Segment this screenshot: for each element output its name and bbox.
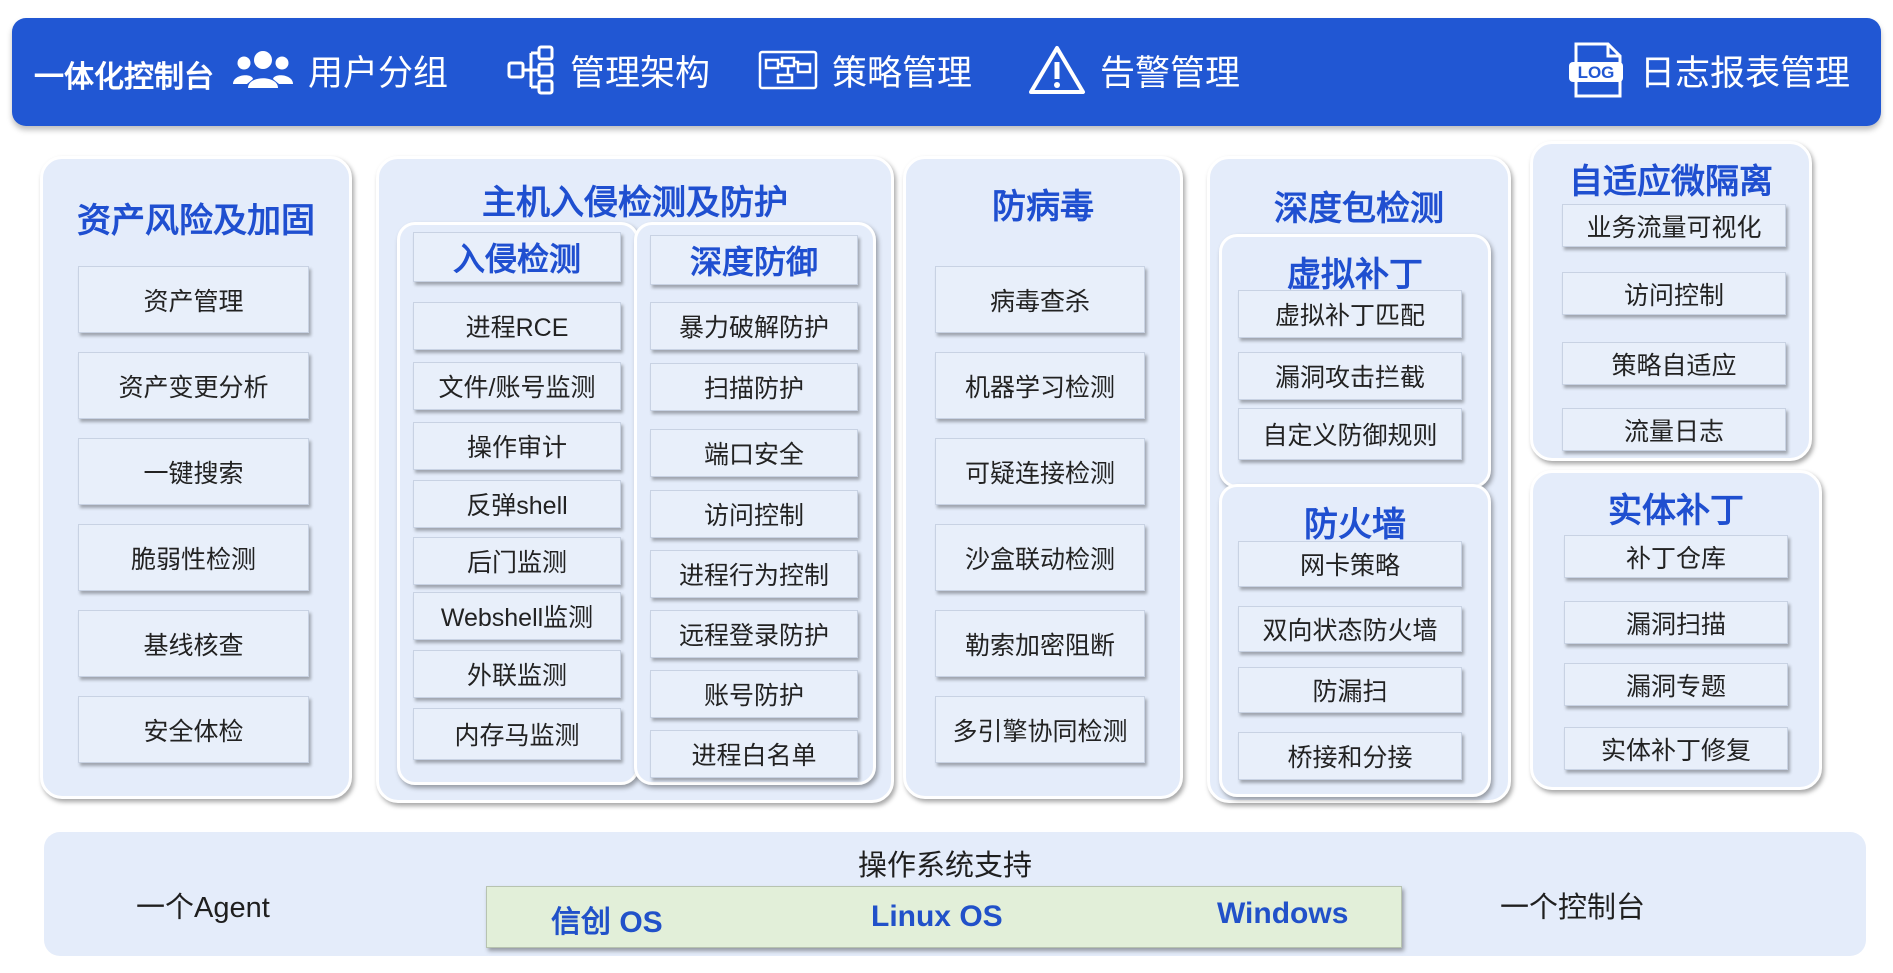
asset-item[interactable]: 资产变更分析: [78, 352, 309, 419]
asset-item[interactable]: 脆弱性检测: [78, 524, 309, 591]
os-support-title: 操作系统支持: [858, 850, 1033, 882]
micro-segmentation-item[interactable]: 业务流量可视化: [1562, 204, 1786, 247]
antivirus-item[interactable]: 机器学习检测: [935, 352, 1145, 419]
virtual-patch-item[interactable]: 虚拟补丁匹配: [1238, 290, 1462, 338]
defense-item[interactable]: 暴力破解防护: [650, 302, 858, 350]
subpanel-title-firewall: 防火墙: [1304, 506, 1406, 544]
physical-patch-item[interactable]: 漏洞专题: [1564, 663, 1788, 706]
nav-label-alert-management: 告警管理: [1100, 53, 1241, 93]
hierarchy-icon: [507, 45, 554, 95]
panel-title-physical-patch: 实体补丁: [1608, 492, 1744, 530]
antivirus-item[interactable]: 多引擎协同检测: [935, 696, 1145, 763]
nav-item-alert-management[interactable]: 告警管理: [1028, 42, 1240, 98]
panel-title-asset-risk: 资产风险及加固: [77, 202, 315, 240]
subpanel-title-intrusion-detection: 入侵检测: [413, 232, 621, 282]
micro-segmentation-item[interactable]: 策略自适应: [1562, 342, 1786, 385]
nav-item-log-reports[interactable]: LOG 日志报表管理: [1568, 42, 1850, 98]
virtual-patch-item[interactable]: 自定义防御规则: [1238, 408, 1462, 460]
virtual-patch-item[interactable]: 漏洞攻击拦截: [1238, 352, 1462, 400]
panel-title-deep-packet-inspection: 深度包检测: [1274, 190, 1444, 228]
top-navigation-bar: 一体化控制台 用户分组 管理架构 策略管理 告警管理 LOG 日志报表管理: [12, 18, 1881, 126]
defense-item[interactable]: 远程登录防护: [650, 610, 858, 658]
micro-segmentation-item[interactable]: 访问控制: [1562, 272, 1786, 315]
nav-label-policy-management: 策略管理: [832, 53, 973, 93]
antivirus-item[interactable]: 沙盒联动检测: [935, 524, 1145, 591]
physical-patch-item[interactable]: 实体补丁修复: [1564, 727, 1788, 770]
intrusion-item[interactable]: 操作审计: [413, 422, 621, 470]
defense-item[interactable]: 端口安全: [650, 429, 858, 477]
intrusion-item[interactable]: 反弹shell: [413, 480, 621, 528]
firewall-item[interactable]: 防漏扫: [1238, 667, 1462, 713]
intrusion-item[interactable]: 后门监测: [413, 537, 621, 585]
defense-item[interactable]: 进程白名单: [650, 730, 858, 778]
users-icon: [233, 51, 293, 88]
os-linux: Linux OS: [871, 900, 1003, 933]
warning-icon: [1029, 46, 1085, 94]
flowchart-icon: [758, 50, 818, 90]
intrusion-item[interactable]: 文件/账号监测: [413, 362, 621, 410]
nav-label-org-structure: 管理架构: [570, 53, 711, 93]
asset-item[interactable]: 基线核查: [78, 610, 309, 677]
defense-item[interactable]: 进程行为控制: [650, 550, 858, 598]
nav-label-log-reports: 日志报表管理: [1640, 53, 1851, 93]
physical-patch-item[interactable]: 补丁仓库: [1564, 535, 1788, 578]
firewall-item[interactable]: 双向状态防火墙: [1238, 606, 1462, 652]
panel-title-micro-segmentation: 自适应微隔离: [1569, 163, 1773, 201]
agent-label: 一个Agent: [136, 892, 270, 924]
antivirus-item[interactable]: 勒索加密阻断: [935, 610, 1145, 677]
os-windows: Windows: [1217, 897, 1349, 930]
subpanel-title-virtual-patch: 虚拟补丁: [1287, 256, 1423, 294]
firewall-item[interactable]: 桥接和分接: [1238, 732, 1462, 780]
physical-patch-item[interactable]: 漏洞扫描: [1564, 601, 1788, 644]
panel-title-host-intrusion: 主机入侵检测及防护: [482, 184, 788, 222]
console-label: 一个控制台: [1500, 892, 1646, 924]
nav-item-policy-management[interactable]: 策略管理: [758, 42, 972, 98]
os-xinchuang: 信创 OS: [551, 906, 663, 939]
intrusion-item[interactable]: 进程RCE: [413, 302, 621, 350]
asset-item[interactable]: 资产管理: [78, 266, 309, 333]
nav-item-org-structure[interactable]: 管理架构: [506, 42, 710, 98]
micro-segmentation-item[interactable]: 流量日志: [1562, 408, 1786, 451]
nav-label-user-groups: 用户分组: [308, 53, 449, 93]
subpanel-title-deep-defense: 深度防御: [650, 235, 858, 285]
svg-text:LOG: LOG: [1578, 63, 1615, 82]
panel-title-antivirus: 防病毒: [992, 188, 1094, 226]
nav-item-user-groups[interactable]: 用户分组: [232, 42, 448, 98]
antivirus-item[interactable]: 可疑连接检测: [935, 438, 1145, 505]
intrusion-item[interactable]: 内存马监测: [413, 708, 621, 760]
brand-title: 一体化控制台: [34, 61, 214, 94]
intrusion-item[interactable]: Webshell监测: [413, 592, 621, 640]
asset-item[interactable]: 一键搜索: [78, 438, 309, 505]
firewall-item[interactable]: 网卡策略: [1238, 541, 1462, 587]
defense-item[interactable]: 账号防护: [650, 670, 858, 718]
asset-item[interactable]: 安全体检: [78, 696, 309, 763]
defense-item[interactable]: 扫描防护: [650, 363, 858, 411]
log-file-icon: LOG: [1569, 42, 1623, 98]
intrusion-item[interactable]: 外联监测: [413, 650, 621, 698]
defense-item[interactable]: 访问控制: [650, 490, 858, 538]
antivirus-item[interactable]: 病毒查杀: [935, 266, 1145, 333]
